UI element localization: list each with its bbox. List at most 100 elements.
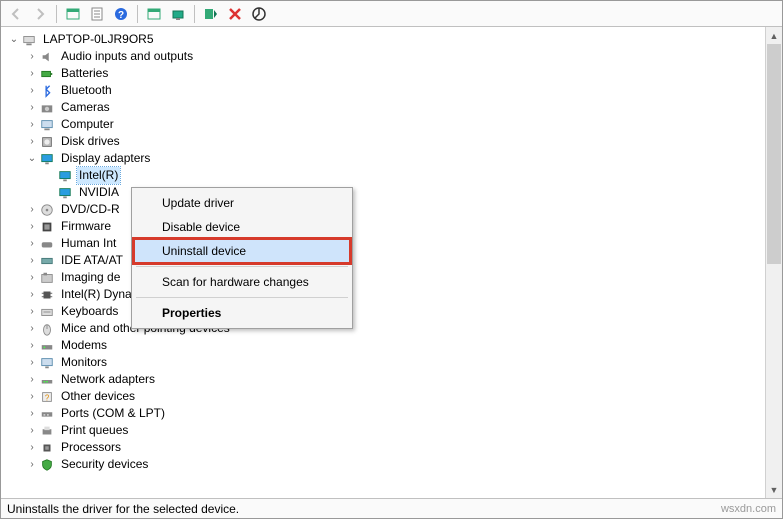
show-hidden-button[interactable] [62, 3, 84, 25]
tree-item-label: Imaging de [59, 269, 122, 286]
tree-category-5[interactable]: Disk drives [3, 133, 763, 150]
tree-category-8[interactable]: Firmware [3, 218, 763, 235]
expand-icon[interactable] [25, 82, 39, 99]
expand-icon[interactable] [25, 303, 39, 320]
tree-item-label: Intel(R) [77, 167, 120, 184]
tree-device-6-1[interactable]: NVIDIA [3, 184, 763, 201]
tree-category-18[interactable]: ?Other devices [3, 388, 763, 405]
disable-device-button[interactable] [248, 3, 270, 25]
expand-icon[interactable] [25, 235, 39, 252]
tree-item-label: DVD/CD-R [59, 201, 122, 218]
expand-icon[interactable] [25, 116, 39, 133]
tree-category-6[interactable]: Display adapters [3, 150, 763, 167]
tree-category-12[interactable]: Intel(R) Dynamic Platform and Thermal Fr… [3, 286, 763, 303]
context-menu-separator [136, 297, 348, 298]
status-text: Uninstalls the driver for the selected d… [7, 502, 239, 516]
expand-icon[interactable] [25, 388, 39, 405]
mouse-icon [39, 321, 55, 337]
expand-icon[interactable] [25, 201, 39, 218]
expand-icon[interactable] [25, 354, 39, 371]
cpu-icon [39, 440, 55, 456]
tree-item-label: Human Int [59, 235, 118, 252]
expand-icon[interactable] [25, 422, 39, 439]
tree-category-16[interactable]: Monitors [3, 354, 763, 371]
tree-category-3[interactable]: Cameras [3, 99, 763, 116]
forward-button[interactable] [29, 3, 51, 25]
context-menu-item-2[interactable]: Uninstall device [134, 239, 350, 263]
tree-item-label: Processors [59, 439, 123, 456]
device-tree[interactable]: LAPTOP-0LJR9OR5Audio inputs and outputsB… [1, 27, 765, 498]
back-button[interactable] [5, 3, 27, 25]
vertical-scrollbar[interactable]: ▲ ▼ [765, 27, 782, 498]
tree-category-17[interactable]: Network adapters [3, 371, 763, 388]
tree-device-6-0[interactable]: Intel(R) [3, 167, 763, 184]
tree-item-label: Modems [59, 337, 109, 354]
tree-item-label: Keyboards [59, 303, 120, 320]
properties-button[interactable] [86, 3, 108, 25]
tree-item-label: Firmware [59, 218, 113, 235]
context-menu-item-1[interactable]: Disable device [134, 215, 350, 239]
expand-icon[interactable] [25, 133, 39, 150]
expand-icon[interactable] [25, 456, 39, 473]
tree-root[interactable]: LAPTOP-0LJR9OR5 [3, 31, 763, 48]
uninstall-device-button[interactable] [224, 3, 246, 25]
tree-category-21[interactable]: Processors [3, 439, 763, 456]
expand-icon[interactable] [25, 218, 39, 235]
bluetooth-icon [39, 83, 55, 99]
update-driver-button[interactable] [167, 3, 189, 25]
expand-icon[interactable] [25, 65, 39, 82]
tree-category-9[interactable]: Human Int [3, 235, 763, 252]
scroll-up-button[interactable]: ▲ [766, 27, 782, 44]
tree-area: LAPTOP-0LJR9OR5Audio inputs and outputsB… [1, 27, 782, 498]
tree-item-label: IDE ATA/AT [59, 252, 125, 269]
tree-category-4[interactable]: Computer [3, 116, 763, 133]
svg-text:?: ? [45, 393, 50, 402]
tree-category-2[interactable]: Bluetooth [3, 82, 763, 99]
printer-icon [39, 423, 55, 439]
tree-category-1[interactable]: Batteries [3, 65, 763, 82]
tree-category-22[interactable]: Security devices [3, 456, 763, 473]
tree-item-label: Security devices [59, 456, 150, 473]
computer-icon [39, 117, 55, 133]
tree-category-11[interactable]: Imaging de [3, 269, 763, 286]
tree-category-10[interactable]: IDE ATA/AT [3, 252, 763, 269]
tree-category-19[interactable]: Ports (COM & LPT) [3, 405, 763, 422]
expand-icon[interactable] [25, 405, 39, 422]
scan-button[interactable] [143, 3, 165, 25]
expand-icon[interactable] [25, 320, 39, 337]
expand-icon[interactable] [25, 371, 39, 388]
display-icon [57, 185, 73, 201]
tree-category-7[interactable]: DVD/CD-R [3, 201, 763, 218]
hid-icon [39, 236, 55, 252]
context-menu[interactable]: Update driverDisable deviceUninstall dev… [131, 187, 353, 329]
context-menu-item-0[interactable]: Update driver [134, 191, 350, 215]
context-menu-item-6[interactable]: Properties [134, 301, 350, 325]
display-icon [39, 151, 55, 167]
tree-item-label: NVIDIA [77, 184, 121, 201]
help-button[interactable]: ? [110, 3, 132, 25]
context-menu-item-4[interactable]: Scan for hardware changes [134, 270, 350, 294]
expand-icon[interactable] [25, 269, 39, 286]
tree-category-13[interactable]: Keyboards [3, 303, 763, 320]
speaker-icon [39, 49, 55, 65]
security-icon [39, 457, 55, 473]
expand-icon[interactable] [25, 48, 39, 65]
expand-icon[interactable] [25, 286, 39, 303]
tree-item-label: Cameras [59, 99, 112, 116]
enable-device-button[interactable] [200, 3, 222, 25]
collapse-icon[interactable] [25, 150, 39, 167]
display-icon [57, 168, 73, 184]
scroll-down-button[interactable]: ▼ [766, 481, 782, 498]
expand-icon[interactable] [25, 252, 39, 269]
collapse-icon[interactable] [7, 31, 21, 48]
expand-icon[interactable] [25, 337, 39, 354]
ports-icon [39, 406, 55, 422]
tree-category-20[interactable]: Print queues [3, 422, 763, 439]
scroll-thumb[interactable] [767, 44, 781, 264]
tree-category-15[interactable]: Modems [3, 337, 763, 354]
expand-icon[interactable] [25, 439, 39, 456]
tree-category-14[interactable]: Mice and other pointing devices [3, 320, 763, 337]
tree-category-0[interactable]: Audio inputs and outputs [3, 48, 763, 65]
expand-icon[interactable] [25, 99, 39, 116]
separator [194, 5, 195, 23]
